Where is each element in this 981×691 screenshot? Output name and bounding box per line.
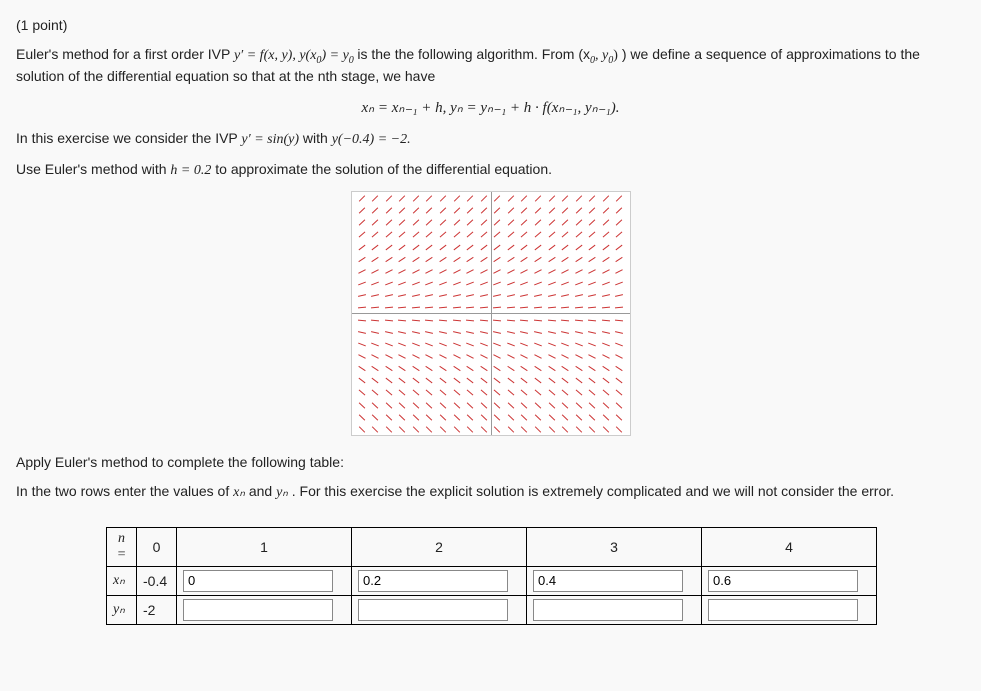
x1-cell [177,566,352,595]
y0-cell: -2 [137,595,177,624]
n-eq: n = [117,531,126,562]
col-3: 3 [527,527,702,566]
x2-input[interactable] [358,570,508,592]
x2-cell [352,566,527,595]
eq1a: y′ = f(x, y), y(x [234,48,316,63]
display-equation: xₙ = xₙ₋₁ + h, yₙ = yₙ₋₁ + h · f(xₙ₋₁, y… [16,98,965,117]
y1-input[interactable] [183,599,333,621]
direction-field-plot [351,191,631,436]
y3-input[interactable] [533,599,683,621]
apply-line: Apply Euler's method to complete the fol… [16,453,965,472]
y1-cell [177,595,352,624]
eq1sub2: 0 [349,55,354,66]
col-4: 4 [702,527,877,566]
rows-and: and [249,483,276,499]
use-suffix: to approximate the solution of the diffe… [215,161,552,177]
x-row: xₙ -0.4 [107,566,877,595]
rows-suffix: . For this exercise the explicit solutio… [292,483,894,499]
x3-cell [527,566,702,595]
display-eq-text: xₙ = xₙ₋₁ + h, yₙ = yₙ₋₁ + h · f(xₙ₋₁, y… [362,100,620,116]
x4-cell [702,566,877,595]
ivp-eq: y′ = sin(y) [241,132,299,147]
col-0: 0 [137,527,177,566]
intro-paragraph: Euler's method for a first order IVP y′ … [16,45,965,86]
col-2: 2 [352,527,527,566]
header-n-label: n = [107,527,137,566]
points-label: (1 point) [16,16,965,35]
intro-suffix1: is the the following algorithm. From (x [357,46,590,62]
intro-eq1: y′ = f(x, y), y(x0) = y0 [234,48,357,63]
rows-prefix: In the two rows enter the values of [16,483,233,499]
y3-cell [527,595,702,624]
use-line: Use Euler's method with h = 0.2 to appro… [16,160,965,181]
y2-input[interactable] [358,599,508,621]
x0-cell: -0.4 [137,566,177,595]
col-1: 1 [177,527,352,566]
eq1mid: ) = y [321,48,348,63]
ivp-cond: y(−0.4) = −2. [332,132,411,147]
ivp-with: with [303,130,332,146]
ivp-prefix: In this exercise we consider the IVP [16,130,241,146]
y4-cell [702,595,877,624]
y-row: yₙ -2 [107,595,877,624]
use-prefix: Use Euler's method with [16,161,170,177]
y2-cell [352,595,527,624]
rows-xn: xₙ [233,485,245,500]
x-row-label: xₙ [107,566,137,595]
use-h: h = 0.2 [170,163,211,178]
x1-input[interactable] [183,570,333,592]
mid2: , y [595,48,608,63]
y4-input[interactable] [708,599,858,621]
answer-table: n = 0 1 2 3 4 xₙ -0.4 yₙ -2 [106,527,877,625]
slope-field [358,198,624,429]
rows-line: In the two rows enter the values of xₙ a… [16,482,965,503]
ivp-line: In this exercise we consider the IVP y′ … [16,129,965,150]
yn-label: yₙ [113,602,125,617]
x4-input[interactable] [708,570,858,592]
xn-label: xₙ [113,573,125,588]
y-row-label: yₙ [107,595,137,624]
rows-yn: yₙ [276,485,288,500]
intro-prefix: Euler's method for a first order IVP [16,46,234,62]
x3-input[interactable] [533,570,683,592]
header-row: n = 0 1 2 3 4 [107,527,877,566]
